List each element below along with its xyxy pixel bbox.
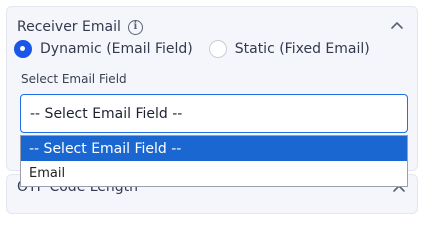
radio-label-static: Static (Fixed Email) [234,41,370,57]
select-options-list: -- Select Email Field -- Email [20,135,408,187]
form-canvas: OTP Code Length Receiver Email i Dynamic… [0,0,423,214]
panel-header[interactable]: Receiver Email i [17,16,407,38]
select-email-field-dropdown[interactable]: -- Select Email Field -- [20,94,408,133]
select-email-field-label: Select Email Field [21,72,127,86]
select-current-value: -- Select Email Field -- [30,105,183,122]
radio-option-static[interactable]: Static (Fixed Email) [208,40,370,58]
receiver-type-radio-group: Dynamic (Email Field) Static (Fixed Emai… [14,38,386,60]
radio-label-dynamic: Dynamic (Email Field) [40,41,193,57]
info-icon[interactable]: i [127,19,143,35]
option-select-email-field[interactable]: -- Select Email Field -- [21,136,407,161]
radio-button-dynamic[interactable] [14,40,32,58]
radio-button-static[interactable] [208,40,227,58]
panel-title: Receiver Email [17,19,121,35]
option-email[interactable]: Email [21,161,407,186]
radio-option-dynamic[interactable]: Dynamic (Email Field) [14,40,193,58]
chevron-up-icon[interactable] [389,18,405,34]
